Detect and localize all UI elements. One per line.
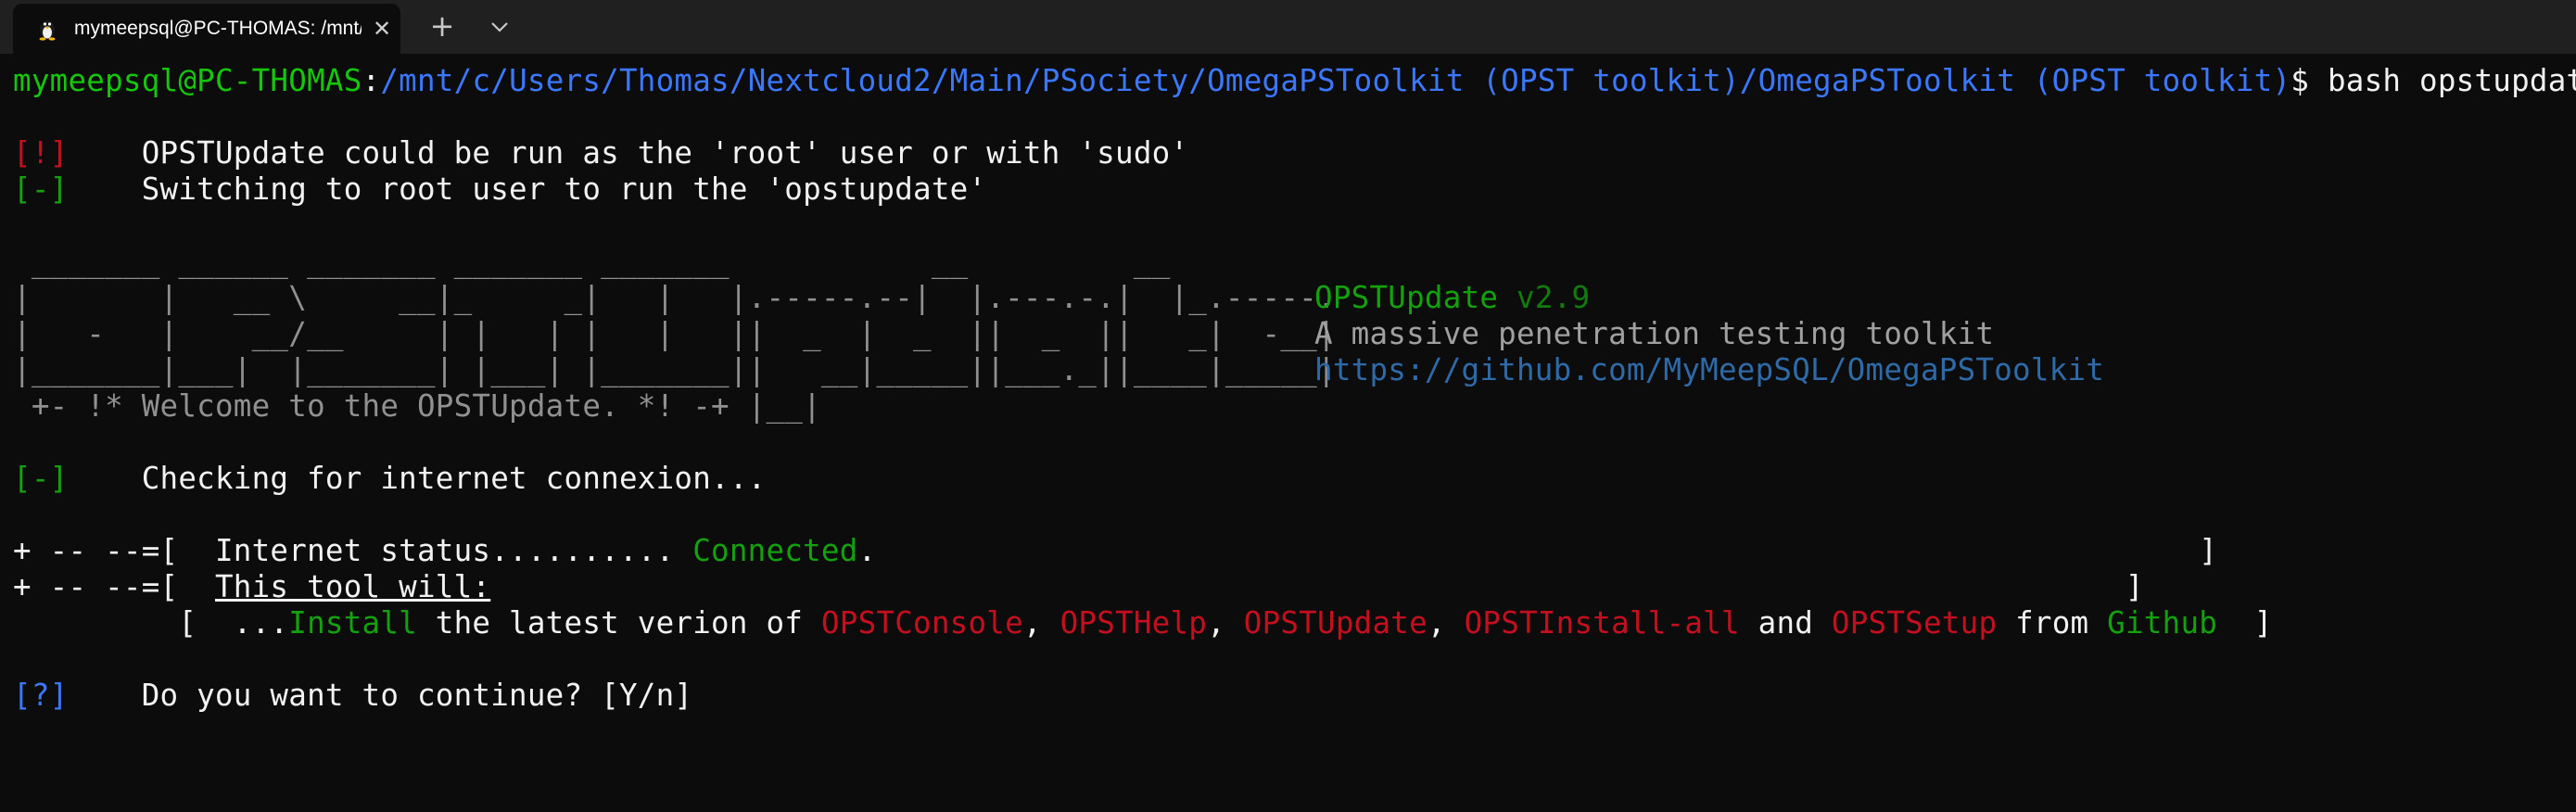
github-word: Github xyxy=(2107,605,2218,641)
opst-update-name: OPSTUpdate xyxy=(1243,605,1428,641)
banner-row: _______ ______ _______ _______ _______ _… xyxy=(13,244,2562,280)
comma: , xyxy=(1207,605,1244,641)
prompt-command: bash opstupdate.sh xyxy=(2327,63,2576,98)
banner-art-line: |_______|___| |_______| |___| |_______||… xyxy=(13,352,1336,387)
banner-row: +- !* Welcome to the OPSTUpdate. *! -+ |… xyxy=(13,388,2562,425)
warning-text: OPSTUpdate could be run as the 'root' us… xyxy=(68,135,1189,171)
switch-text: Switching to root user to run the 'opstu… xyxy=(68,171,987,207)
tab-title: mymeepsql@PC-THOMAS: /mnt/c/Users/Thomas… xyxy=(74,18,362,39)
close-icon[interactable]: ✕ xyxy=(371,18,393,40)
switch-line: [-] Switching to root user to run the 'o… xyxy=(13,171,2562,208)
opst-console-name: OPSTConsole xyxy=(820,605,1023,641)
install-word: Install xyxy=(288,605,417,641)
switch-tag: [-] xyxy=(13,171,69,207)
opst-setup-name: OPSTSetup xyxy=(1831,605,1998,641)
terminal-output[interactable]: mymeepsql@PC-THOMAS:/mnt/c/Users/Thomas/… xyxy=(13,63,2576,805)
install-text: the latest verion of xyxy=(416,605,821,641)
prompt-user-host: mymeepsql@PC-THOMAS xyxy=(13,63,362,98)
status-pad: ] xyxy=(490,569,2144,604)
bracket-end: ] xyxy=(2217,605,2273,641)
warning-tag: [!] xyxy=(13,135,69,171)
check-tag: [-] xyxy=(13,461,69,496)
linux-penguin-icon xyxy=(39,20,56,41)
app-tagline: A massive penetration testing toolkit xyxy=(1314,316,1995,351)
banner-row: | - | __/__ | | | | | || _ | _ || _ || _… xyxy=(13,316,2562,352)
banner-art-line: _______ ______ _______ _______ _______ _… xyxy=(13,244,1171,279)
app-url-link[interactable]: https://github.com/MyMeepSQL/OmegaPSTool… xyxy=(1314,352,2104,388)
question-line[interactable]: [?] Do you want to continue? [Y/n] xyxy=(13,678,2562,714)
banner-welcome-line: +- !* Welcome to the OPSTUpdate. *! -+ |… xyxy=(13,388,821,424)
status-dot: . xyxy=(857,533,877,568)
chevron-down-icon[interactable] xyxy=(484,11,515,43)
prompt-separator: : xyxy=(362,63,381,98)
prompt-symbol: $ xyxy=(2290,63,2310,98)
prompt-line: mymeepsql@PC-THOMAS:/mnt/c/Users/Thomas/… xyxy=(13,63,2576,99)
status-pad: ] xyxy=(876,533,2218,568)
and-text: and xyxy=(1739,605,1832,641)
banner-art-line: | | __ \ __|_ _| | |.-----.--| |.---.-.|… xyxy=(13,280,1336,315)
status-prefix: [ ... xyxy=(13,605,289,641)
warning-line: [!] OPSTUpdate could be run as the 'root… xyxy=(13,135,2562,171)
comma: , xyxy=(1022,605,1060,641)
app-version: v2.9 xyxy=(1516,280,1591,315)
title-bar: mymeepsql@PC-THOMAS: /mnt/c/Users/Thomas… xyxy=(0,0,2576,54)
banner-art-line: | - | __/__ | | | | | || _ | _ || _ || _… xyxy=(13,316,1336,351)
comma: , xyxy=(1427,605,1465,641)
status-prefix: + -- --=[ xyxy=(13,533,215,568)
internet-status-value: Connected xyxy=(692,533,858,568)
opst-install-all-name: OPSTInstall-all xyxy=(1464,605,1740,641)
banner-row: | | __ \ __|_ _| | |.-----.--| |.---.-.|… xyxy=(13,280,2562,316)
question-text: Do you want to continue? [Y/n] xyxy=(68,678,693,713)
check-line: [-] Checking for internet connexion... xyxy=(13,461,2562,497)
from-text: from xyxy=(1997,605,2108,641)
status-prefix: + -- --=[ xyxy=(13,569,215,604)
opst-help-name: OPSTHelp xyxy=(1060,605,1208,641)
internet-status-label: Internet status.......... xyxy=(214,533,693,568)
status-line-internet: + -- --=[ Internet status.......... Conn… xyxy=(13,533,2562,569)
app-name: OPSTUpdate xyxy=(1314,280,1499,315)
status-line-install: [ ...Install the latest verion of OPSTCo… xyxy=(13,605,2562,641)
tool-will-label: This tool will: xyxy=(214,569,491,604)
terminal-tab[interactable]: mymeepsql@PC-THOMAS: /mnt/c/Users/Thomas… xyxy=(13,4,400,54)
plus-icon[interactable]: + xyxy=(426,11,458,43)
check-text: Checking for internet connexion... xyxy=(68,461,767,496)
status-line-tool: + -- --=[ This tool will: ] xyxy=(13,569,2562,605)
banner-row: |_______|___| |_______| |___| |_______||… xyxy=(13,352,2562,388)
prompt-path: /mnt/c/Users/Thomas/Nextcloud2/Main/PSoc… xyxy=(380,63,2291,98)
question-tag: [?] xyxy=(13,678,69,713)
